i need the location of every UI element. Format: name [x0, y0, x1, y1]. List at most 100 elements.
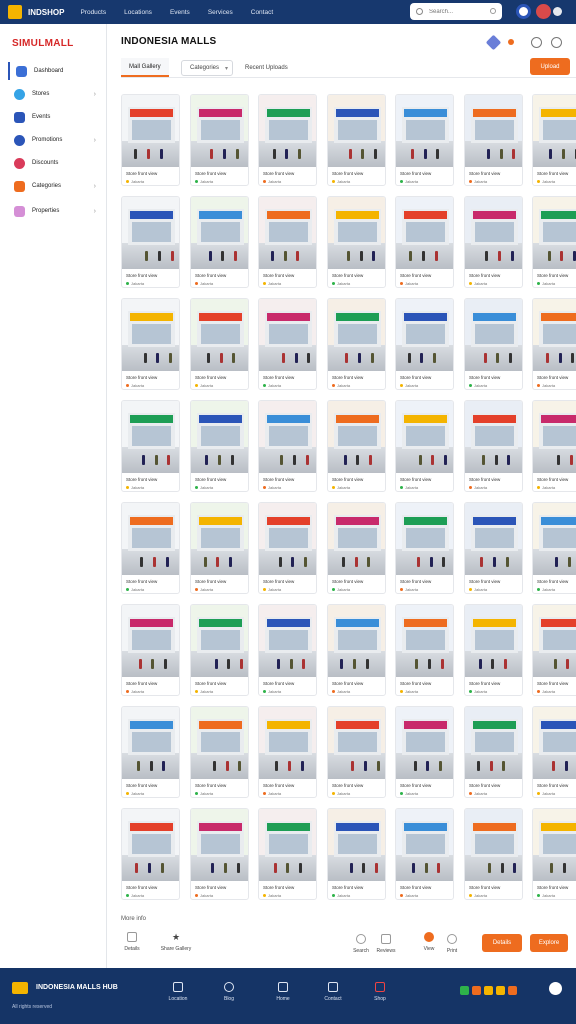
footer-item-location[interactable]: Location [158, 982, 198, 1002]
nav-link-3[interactable]: Events [170, 9, 190, 16]
gallery-card[interactable]: Store front view Jakarta [532, 808, 576, 900]
print-control[interactable]: Print [441, 934, 463, 954]
reviews-control[interactable]: Reviews [375, 934, 397, 954]
gallery-card[interactable]: Store front view Jakarta [532, 196, 576, 288]
gallery-card[interactable]: Store front view Jakarta [121, 400, 180, 492]
gallery-card[interactable]: Store front view Jakarta [190, 298, 249, 390]
gallery-card[interactable]: Store front view Jakarta [532, 604, 576, 696]
cube-icon[interactable] [485, 34, 502, 51]
gallery-card[interactable]: Store front view Jakarta [121, 298, 180, 390]
gallery-card[interactable]: Store front view Jakarta [395, 706, 454, 798]
footer-item-home[interactable]: Home [263, 982, 303, 1002]
globe-icon[interactable] [516, 4, 531, 19]
tab-label: Categories [190, 65, 220, 71]
gallery-card[interactable]: Store front view Jakarta [190, 400, 249, 492]
share-gallery-control[interactable]: ★ Share Gallery [153, 932, 199, 952]
gallery-card[interactable]: Store front view Jakarta [121, 94, 180, 186]
tab-mall-gallery[interactable]: Mall Gallery [121, 58, 169, 77]
gallery-card[interactable]: Store front view Jakarta [121, 502, 180, 594]
upload-button[interactable]: Upload [530, 58, 570, 75]
gallery-card[interactable]: Store front view Jakarta [190, 706, 249, 798]
footer-item-contact[interactable]: Contact [313, 982, 353, 1002]
gallery-card[interactable]: Store front view Jakarta [395, 502, 454, 594]
gallery-card[interactable]: Store front view Jakarta [532, 400, 576, 492]
gallery-card[interactable]: Store front view Jakarta [395, 604, 454, 696]
gallery-card[interactable]: Store front view Jakarta [190, 808, 249, 900]
sidebar-item-promotions[interactable]: Promotions › [8, 131, 100, 149]
gallery-card[interactable]: Store front view Jakarta [258, 298, 317, 390]
gallery-card[interactable]: Store front view Jakarta [395, 298, 454, 390]
gallery-card[interactable]: Store front view Jakarta [327, 94, 386, 186]
gallery-card[interactable]: Store front view Jakarta [395, 400, 454, 492]
gallery-card[interactable]: Store front view Jakarta [464, 298, 523, 390]
gallery-card[interactable]: Store front view Jakarta [327, 196, 386, 288]
gallery-card[interactable]: Store front view Jakarta [327, 502, 386, 594]
nav-link-1[interactable]: Products [80, 9, 106, 16]
gallery-card[interactable]: Store front view Jakarta [258, 400, 317, 492]
gallery-card[interactable]: Store front view Jakarta [258, 196, 317, 288]
sidebar-item-events[interactable]: Events [8, 108, 100, 126]
settings-icon[interactable] [551, 37, 562, 48]
gallery-card[interactable]: Store front view Jakarta [258, 94, 317, 186]
gallery-card[interactable]: Store front view Jakarta [464, 604, 523, 696]
gallery-card[interactable]: Store front view Jakarta [532, 706, 576, 798]
gallery-card[interactable]: Store front view Jakarta [121, 706, 180, 798]
search-input[interactable] [429, 8, 489, 15]
gallery-card[interactable]: Store front view Jakarta [258, 502, 317, 594]
clock-icon[interactable] [531, 37, 542, 48]
mall-photo [465, 95, 522, 167]
sidebar-item-categories[interactable]: Categories › [8, 177, 100, 195]
search-control[interactable]: Search [350, 934, 372, 954]
gallery-card[interactable]: Store front view Jakarta [532, 298, 576, 390]
gallery-card[interactable]: Store front view Jakarta [190, 196, 249, 288]
mall-photo [396, 503, 453, 575]
gallery-card[interactable]: Store front view Jakarta [395, 808, 454, 900]
footer-item-blog[interactable]: Blog [209, 982, 249, 1002]
gallery-card[interactable]: Store front view Jakarta [258, 808, 317, 900]
gallery-card[interactable]: Store front view Jakarta [190, 94, 249, 186]
gallery-card[interactable]: Store front view Jakarta [464, 706, 523, 798]
gallery-card[interactable]: Store front view Jakarta [464, 808, 523, 900]
gallery-card[interactable]: Store front view Jakarta [464, 502, 523, 594]
sidebar-item-stores[interactable]: Stores › [8, 85, 100, 103]
tab-recent-uploads[interactable]: Recent Uploads [237, 58, 296, 77]
gallery-card[interactable]: Store front view Jakarta [327, 298, 386, 390]
gallery-card[interactable]: Store front view Jakarta [327, 604, 386, 696]
gallery-card[interactable]: Store front view Jakarta [258, 706, 317, 798]
view-control[interactable]: View [418, 932, 440, 952]
user-avatar-icon[interactable] [536, 4, 551, 19]
nav-link-4[interactable]: Services [208, 9, 233, 16]
sidebar-item-properties[interactable]: Properties › [8, 202, 100, 220]
settings-icon[interactable] [553, 7, 562, 16]
gallery-card[interactable]: Store front view Jakarta [464, 196, 523, 288]
nav-link-2[interactable]: Locations [124, 9, 152, 16]
gallery-card[interactable]: Store front view Jakarta [121, 808, 180, 900]
gallery-card[interactable]: Store front view Jakarta [395, 196, 454, 288]
sidebar-item-dashboard[interactable]: Dashboard [8, 62, 100, 80]
search-box[interactable] [410, 3, 502, 20]
card-meta: Jakarta [332, 281, 350, 286]
explore-button[interactable]: Explore [530, 934, 568, 952]
gallery-card[interactable]: Store front view Jakarta [121, 196, 180, 288]
gallery-card[interactable]: Store front view Jakarta [464, 94, 523, 186]
card-meta: Jakarta [263, 179, 281, 184]
gallery-card[interactable]: Store front view Jakarta [258, 604, 317, 696]
gallery-card[interactable]: Store front view Jakarta [327, 808, 386, 900]
help-circle-icon[interactable] [549, 982, 562, 995]
gallery-card[interactable]: Store front view Jakarta [190, 502, 249, 594]
details-control[interactable]: Details [121, 932, 143, 952]
document-icon [127, 932, 137, 942]
tab-categories[interactable]: Categories ▾ [181, 60, 233, 76]
gallery-card[interactable]: Store front view Jakarta [190, 604, 249, 696]
gallery-card[interactable]: Store front view Jakarta [121, 604, 180, 696]
gallery-card[interactable]: Store front view Jakarta [532, 94, 576, 186]
nav-link-5[interactable]: Contact [251, 9, 273, 16]
gallery-card[interactable]: Store front view Jakarta [327, 706, 386, 798]
gallery-card[interactable]: Store front view Jakarta [532, 502, 576, 594]
sidebar-item-discounts[interactable]: Discounts [8, 154, 100, 172]
details-button[interactable]: Details [482, 934, 522, 952]
gallery-card[interactable]: Store front view Jakarta [464, 400, 523, 492]
footer-item-shop[interactable]: Shop [360, 982, 400, 1002]
gallery-card[interactable]: Store front view Jakarta [327, 400, 386, 492]
gallery-card[interactable]: Store front view Jakarta [395, 94, 454, 186]
